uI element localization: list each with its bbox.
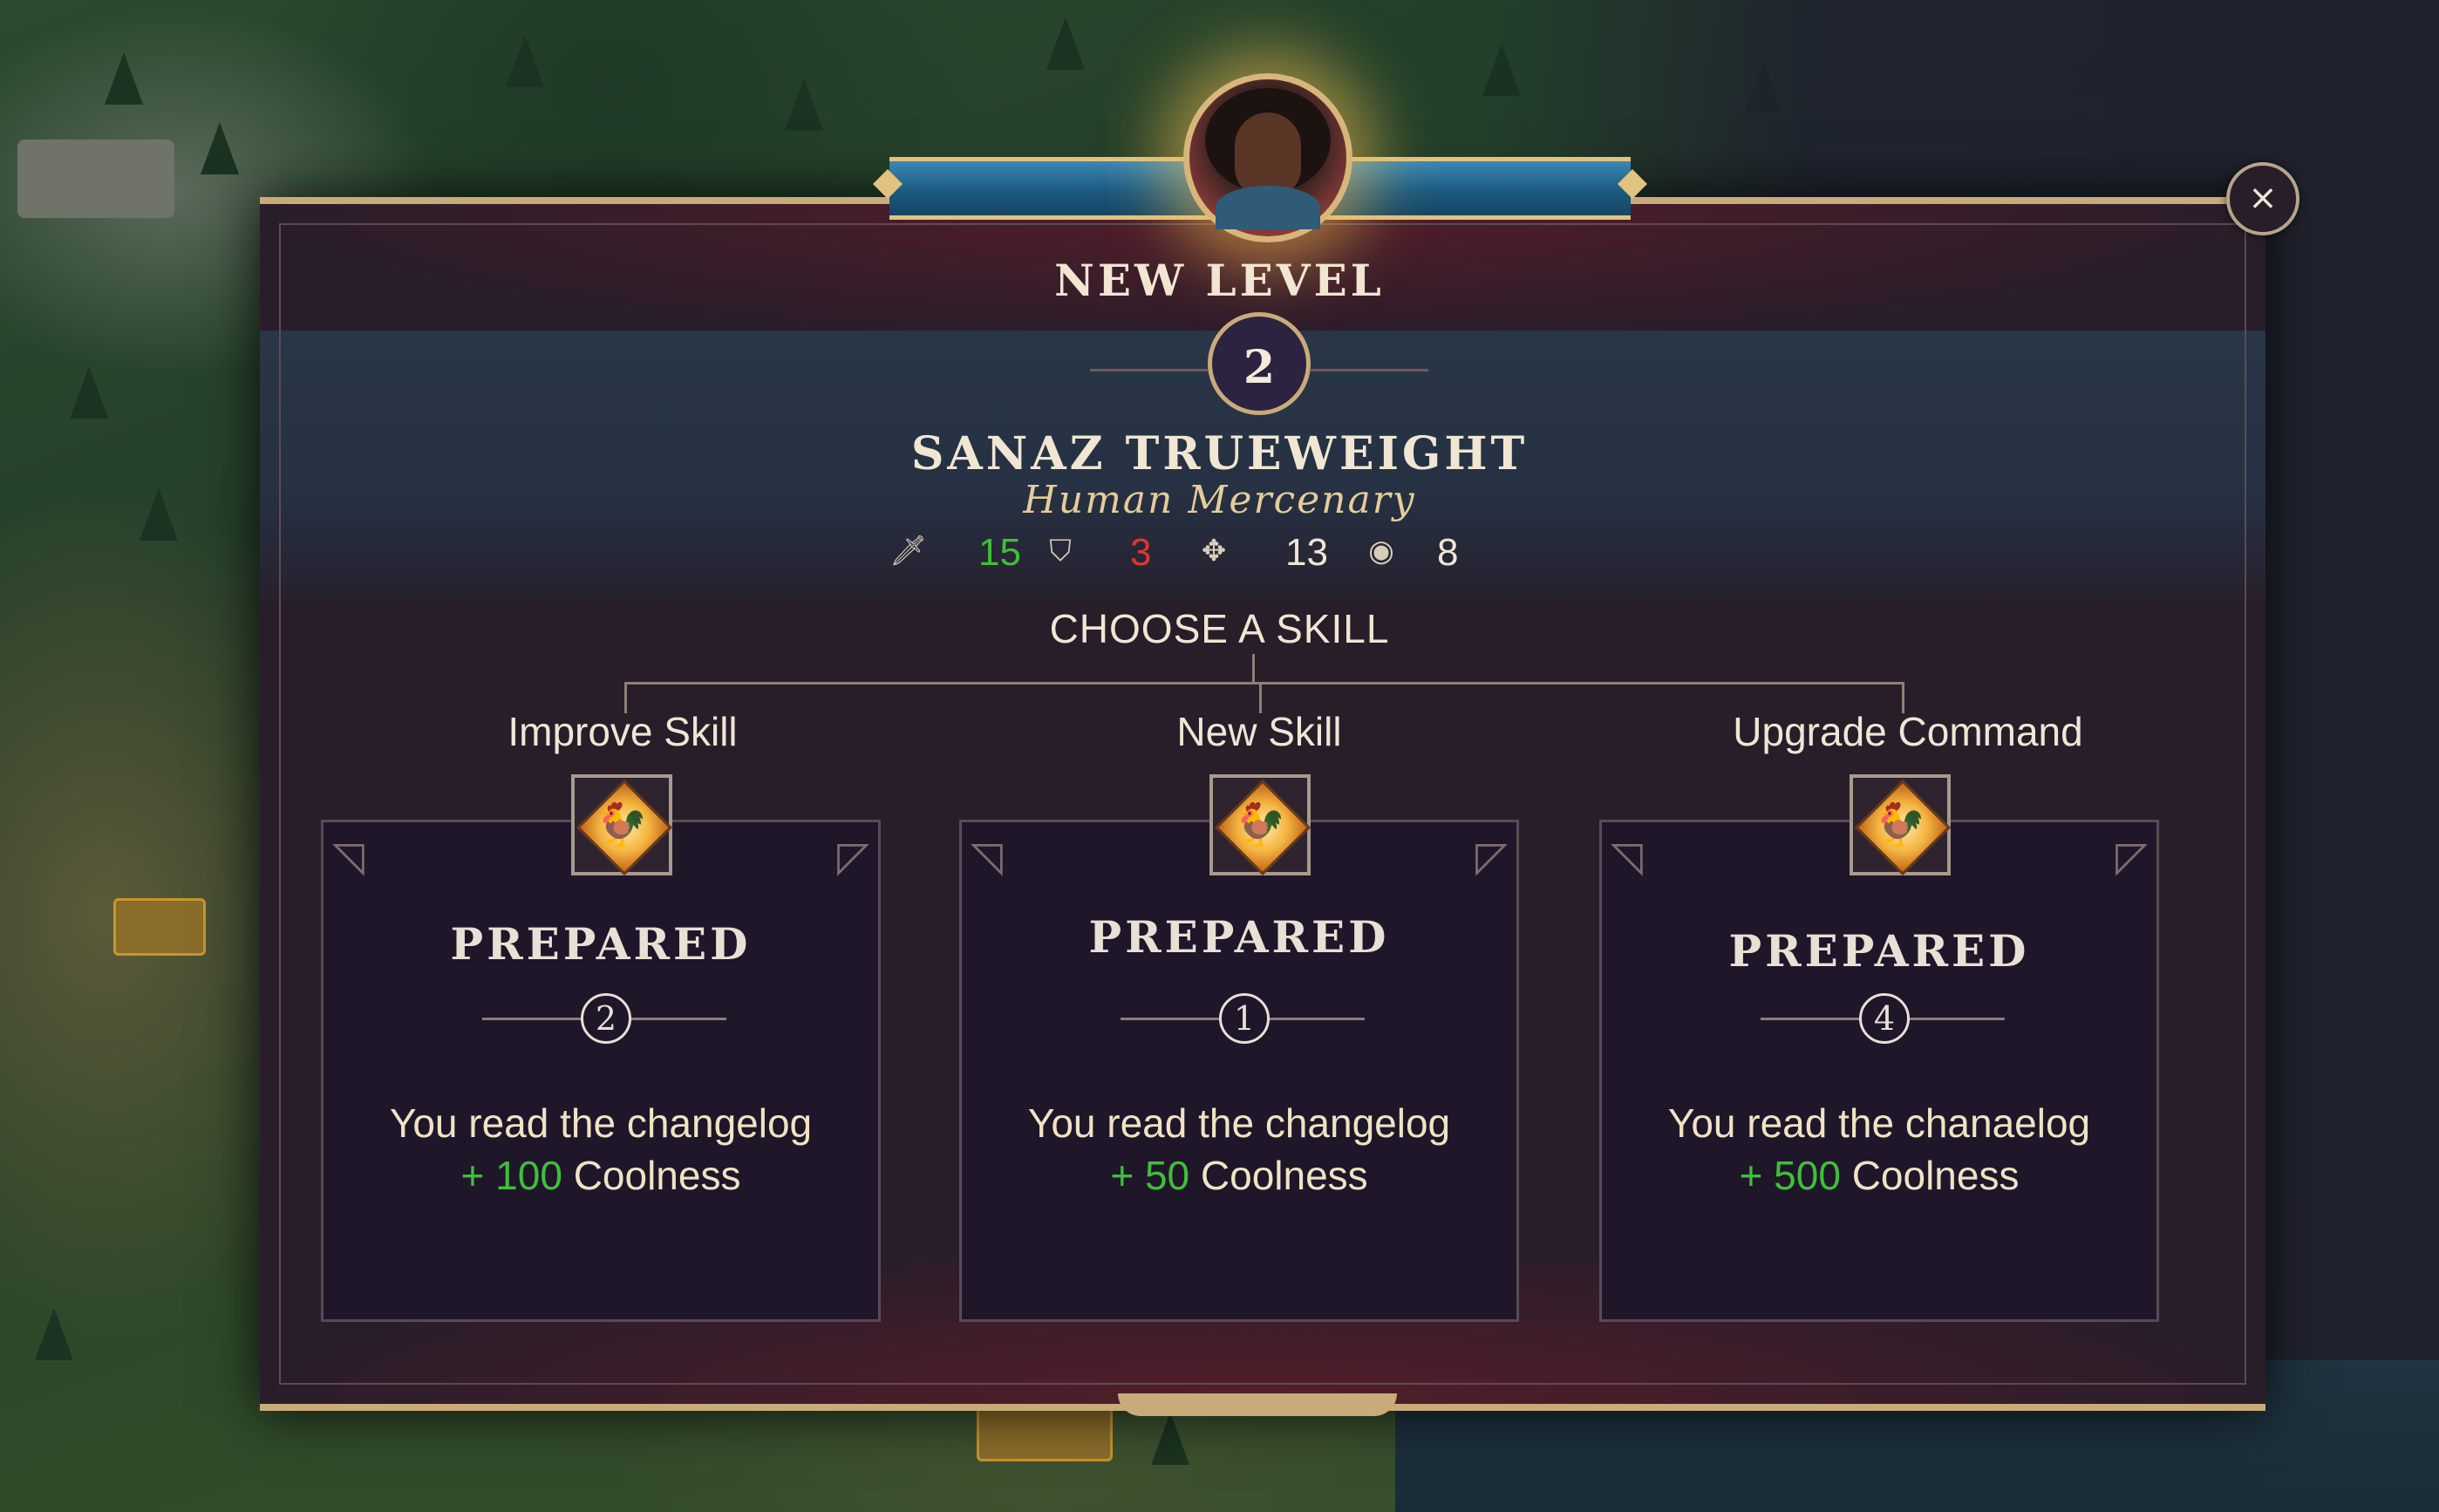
reward-unit: Coolness bbox=[1189, 1153, 1368, 1198]
level-badge: 2 bbox=[1208, 312, 1311, 415]
level-divider-right bbox=[1311, 369, 1428, 371]
stat-defense-value: 3 bbox=[1130, 531, 1152, 574]
stat-vision-value: 8 bbox=[1437, 531, 1459, 574]
skill-description: You read the changelog bbox=[389, 1100, 813, 1146]
reward-amount: + 50 bbox=[1110, 1153, 1190, 1198]
tree-connector bbox=[624, 682, 1904, 684]
move-icon: ✥ bbox=[1201, 534, 1227, 569]
tree-icon bbox=[70, 366, 108, 419]
tree-connector-stem bbox=[1252, 654, 1255, 684]
hero-stats: 🗡 15 ⛉ 3 ✥ 13 ◉ 8 bbox=[889, 528, 1500, 581]
tree-icon bbox=[506, 35, 544, 87]
hero-class: Human Mercenary bbox=[1023, 478, 1416, 522]
rooster-icon: 🐓 bbox=[1874, 800, 1926, 849]
skill-icon-upgrade-command[interactable]: 🐓 bbox=[1850, 774, 1952, 876]
reward-amount: + 500 bbox=[1739, 1153, 1841, 1198]
sword-icon: 🗡 bbox=[889, 534, 928, 569]
skill-card-improve-skill[interactable]: ◹ ◸ PREPARED 2 You read the changelog + … bbox=[321, 820, 881, 1322]
skill-name: PREPARED bbox=[450, 918, 752, 970]
reward-unit: Coolness bbox=[1840, 1153, 2020, 1198]
rock bbox=[17, 140, 174, 218]
skill-description: You read the changelog bbox=[1027, 1100, 1451, 1146]
option-label-upgrade-command: Upgrade Command bbox=[1733, 709, 2083, 754]
skill-card-new-skill[interactable]: ◹ ◸ PREPARED 1 You read the changelog + … bbox=[959, 820, 1519, 1322]
shield-icon: ⛉ bbox=[1049, 534, 1072, 569]
tree-icon bbox=[785, 78, 823, 131]
stat-movement-value: 13 bbox=[1285, 531, 1328, 574]
corner-ornament: ◹ bbox=[971, 833, 1003, 882]
tree-icon bbox=[1046, 17, 1085, 70]
hero-portrait bbox=[1183, 73, 1352, 242]
treasure-pile-icon[interactable] bbox=[977, 1404, 1113, 1461]
skill-name: PREPARED bbox=[1728, 925, 2030, 977]
tree-icon bbox=[105, 52, 143, 105]
option-label-improve-skill: Improve Skill bbox=[508, 709, 738, 754]
corner-ornament: ◸ bbox=[1475, 833, 1508, 882]
level-divider-left bbox=[1090, 369, 1208, 371]
skill-card-upgrade-command[interactable]: ◹ ◸ PREPARED 4 You read the chanaelog + … bbox=[1599, 820, 2159, 1322]
hero-name: SANAZ TRUEWEIGHT bbox=[910, 427, 1529, 480]
option-label-new-skill: New Skill bbox=[1176, 709, 1342, 754]
tree-icon bbox=[1151, 1413, 1189, 1465]
skill-name: PREPARED bbox=[1088, 911, 1390, 963]
skill-rank-badge: 2 bbox=[581, 993, 631, 1044]
eye-icon: ◉ bbox=[1368, 534, 1394, 569]
tree-icon bbox=[35, 1308, 73, 1360]
reward-amount: + 100 bbox=[460, 1153, 562, 1198]
skill-description: You read the chanaelog bbox=[1667, 1100, 2091, 1146]
skill-icon-improve-skill[interactable]: 🐓 bbox=[571, 774, 673, 876]
rooster-icon: 🐓 bbox=[596, 800, 648, 849]
portrait-cloak bbox=[1216, 186, 1320, 229]
stat-attack-value: 15 bbox=[978, 531, 1021, 574]
dialog-bottom-ornament bbox=[1118, 1393, 1397, 1416]
skill-rank-badge: 1 bbox=[1219, 993, 1270, 1044]
skill-rank-badge: 4 bbox=[1859, 993, 1910, 1044]
corner-ornament: ◸ bbox=[2115, 833, 2148, 882]
corner-ornament: ◹ bbox=[332, 833, 364, 882]
skill-reward: + 100 Coolness bbox=[324, 1152, 878, 1199]
close-icon: × bbox=[2248, 178, 2278, 218]
choose-skill-label: CHOOSE A SKILL bbox=[1049, 606, 1390, 651]
skill-icon-new-skill[interactable]: 🐓 bbox=[1209, 774, 1311, 876]
treasure-pile-icon[interactable] bbox=[113, 898, 206, 956]
skill-reward: + 500 Coolness bbox=[1602, 1152, 2156, 1199]
corner-ornament: ◹ bbox=[1611, 833, 1643, 882]
reward-unit: Coolness bbox=[562, 1153, 741, 1198]
dialog-title: NEW LEVEL bbox=[1054, 255, 1385, 306]
tree-icon bbox=[201, 122, 239, 174]
corner-ornament: ◸ bbox=[837, 833, 869, 882]
skill-reward: + 50 Coolness bbox=[962, 1152, 1516, 1199]
close-button[interactable]: × bbox=[2226, 162, 2299, 235]
rooster-icon: 🐓 bbox=[1234, 800, 1286, 849]
